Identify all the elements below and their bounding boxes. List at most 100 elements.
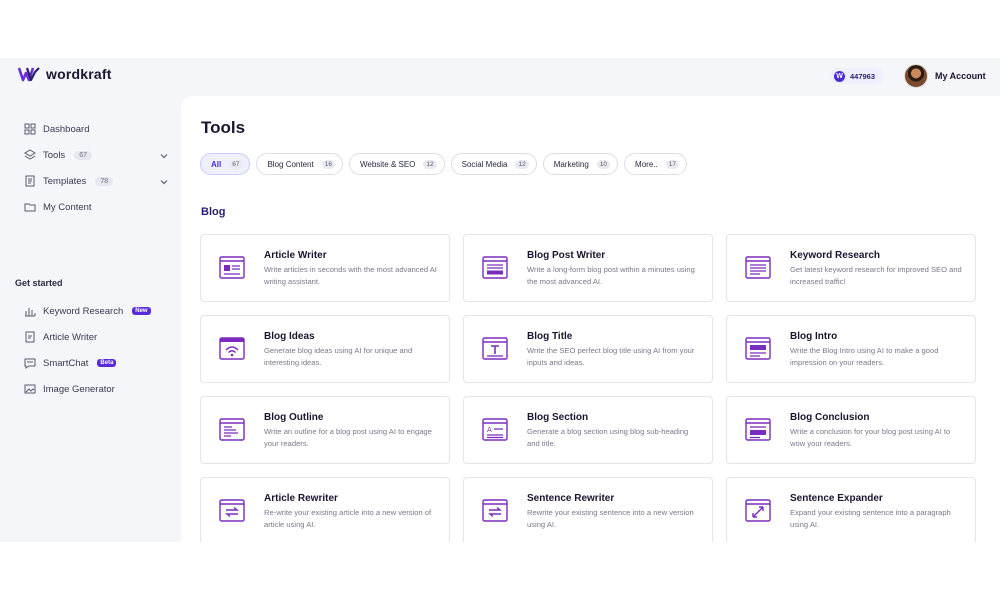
tool-description: Write a conclusion for your blog post us…: [790, 427, 951, 448]
page-title: Tools: [201, 118, 246, 137]
chat-icon: [24, 358, 36, 369]
document-icon: [25, 175, 35, 187]
tool-title: Sentence Rewriter: [527, 493, 615, 504]
filter-more[interactable]: More.. 17: [624, 153, 687, 175]
tool-description: Generate a blog section using blog sub-h…: [527, 427, 689, 448]
brand-name: wordkraft: [46, 66, 112, 82]
app-window: wordkraft W 447963 My Account Dashboard …: [0, 58, 1000, 542]
brand[interactable]: wordkraft: [18, 66, 112, 82]
tool-description: Expand your existing sentence into a par…: [790, 508, 951, 529]
tool-title: Article Rewriter: [264, 493, 338, 504]
filter-all[interactable]: All 67: [200, 153, 251, 175]
filter-label: Website & SEO: [359, 159, 416, 169]
tool-description: Write the SEO perfect blog title using A…: [527, 346, 695, 367]
tool-card-blog-post-writer[interactable]: Blog Post Writer Write a long-form blog …: [463, 234, 713, 302]
tool-title: Blog Conclusion: [790, 412, 870, 423]
sidebar-item-label: Image Generator: [43, 383, 115, 395]
tool-title: Blog Outline: [264, 412, 324, 423]
tool-card-article-rewriter[interactable]: Article Rewriter Re-write your existing …: [200, 477, 450, 542]
filter-marketing[interactable]: Marketing 10: [542, 153, 619, 175]
filter-count: 12: [515, 159, 529, 169]
tool-card-keyword-research[interactable]: Keyword Research Get latest keyword rese…: [726, 234, 976, 302]
account-menu[interactable]: My Account: [904, 64, 986, 88]
tool-description: Write a long-form blog post within a min…: [527, 265, 695, 286]
idea-wifi-icon: [219, 337, 245, 360]
credits-value: 447963: [850, 71, 876, 81]
tool-card-article-writer[interactable]: Article Writer Write articles in seconds…: [200, 234, 450, 302]
filter-label: Social Media: [461, 159, 508, 169]
tool-card-sentence-rewriter[interactable]: Sentence Rewriter Rewrite your existing …: [463, 477, 713, 542]
avatar: [904, 64, 928, 88]
tool-card-blog-intro[interactable]: Blog Intro Write the Blog Intro using AI…: [726, 315, 976, 383]
sidebar-item-my-content[interactable]: My Content: [24, 198, 92, 216]
beta-badge: Beta: [97, 359, 117, 367]
sidebar-item-label: Templates: [43, 175, 87, 187]
sidebar-item-keyword-research[interactable]: Keyword Research New: [24, 302, 151, 320]
tool-grid: Article Writer Write articles in seconds…: [200, 234, 978, 542]
tool-card-blog-section[interactable]: A Blog Section Generate a blog section u…: [463, 396, 713, 464]
templates-count: 78: [95, 176, 114, 186]
filter-label: More..: [635, 159, 658, 169]
filter-count: 10: [596, 159, 611, 169]
category-filters: All 67 Blog Content 16 Website & SEO 12 …: [200, 153, 687, 175]
sentence-rewrite-icon: [482, 499, 508, 522]
tool-description: Rewrite your existing sentence into a ne…: [527, 508, 694, 529]
tool-card-blog-ideas[interactable]: Blog Ideas Generate blog ideas using AI …: [200, 315, 450, 383]
sidebar-item-label: Keyword Research: [43, 305, 124, 317]
tool-card-blog-title[interactable]: Blog Title Write the SEO perfect blog ti…: [463, 315, 713, 383]
sidebar-item-templates[interactable]: Templates 78: [24, 172, 114, 190]
new-badge: New: [132, 307, 151, 315]
credits-badge[interactable]: W 447963: [830, 68, 884, 84]
group-title-blog: Blog: [201, 206, 226, 218]
sidebar-item-image-generator[interactable]: Image Generator: [24, 380, 115, 398]
sidebar-item-label: SmartChat: [43, 357, 89, 369]
tool-title: Article Writer: [264, 250, 327, 261]
top-bar: wordkraft W 447963 My Account: [0, 58, 1000, 96]
tool-card-blog-conclusion[interactable]: Blog Conclusion Write a conclusion for y…: [726, 396, 976, 464]
wordkraft-logo-icon: [18, 67, 40, 82]
tool-card-sentence-expander[interactable]: Sentence Expander Expand your existing s…: [726, 477, 976, 542]
tool-description: Re-write your existing article into a ne…: [264, 508, 432, 529]
main-content: Tools All 67 Blog Content 16 Website & S…: [181, 96, 1000, 542]
sidebar-item-label: Tools: [43, 149, 66, 161]
sidebar-item-label: Dashboard: [43, 123, 90, 135]
filter-count: 67: [229, 159, 243, 169]
chevron-down-icon[interactable]: [160, 152, 168, 160]
get-started-heading: Get started: [15, 278, 63, 288]
sidebar-item-article-writer[interactable]: Article Writer: [24, 328, 97, 346]
intro-icon: [745, 337, 771, 360]
tool-title: Blog Ideas: [264, 331, 315, 342]
tool-description: Write an outline for a blog post using A…: [264, 427, 432, 448]
filter-count: 16: [321, 159, 335, 169]
filter-count: 12: [423, 159, 437, 169]
tool-card-blog-outline[interactable]: Blog Outline Write an outline for a blog…: [200, 396, 450, 464]
filter-label: Marketing: [553, 159, 589, 169]
layers-icon: [24, 149, 36, 160]
tool-title: Blog Post Writer: [527, 250, 606, 261]
sidebar-item-smartchat[interactable]: SmartChat Beta: [24, 354, 117, 372]
filter-website-seo[interactable]: Website & SEO 12: [348, 153, 445, 175]
tools-count: 67: [74, 150, 92, 160]
credits-icon: W: [834, 70, 845, 82]
image-icon: [24, 384, 36, 394]
tool-description: Write articles in seconds with the most …: [264, 265, 437, 286]
tool-title: Blog Section: [527, 412, 589, 423]
svg-text:A: A: [487, 426, 492, 434]
title-icon: [482, 337, 508, 360]
sidebar-item-label: Article Writer: [43, 331, 98, 343]
outline-icon: [219, 418, 245, 441]
filter-blog-content[interactable]: Blog Content 16: [256, 153, 343, 175]
sidebar-item-label: My Content: [43, 201, 92, 213]
keyword-icon: [745, 256, 771, 279]
tool-title: Sentence Expander: [790, 493, 883, 504]
filter-social-media[interactable]: Social Media 12: [450, 153, 537, 175]
sidebar-item-tools[interactable]: Tools 67: [24, 146, 92, 164]
expand-icon: [745, 499, 771, 522]
conclusion-icon: [745, 418, 771, 441]
filter-count: 17: [665, 159, 679, 169]
chevron-down-icon[interactable]: [160, 178, 168, 186]
sidebar-item-dashboard[interactable]: Dashboard: [24, 120, 89, 138]
article-icon: [219, 256, 245, 279]
account-label: My Account: [935, 71, 986, 81]
grid-icon: [24, 123, 36, 135]
